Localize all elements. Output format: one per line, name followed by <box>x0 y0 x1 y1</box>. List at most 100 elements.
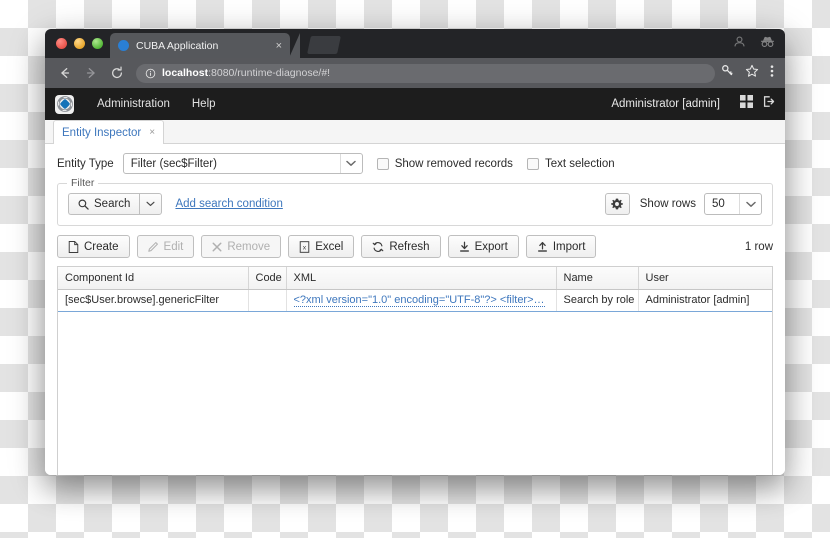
entity-type-select[interactable]: Filter (sec$Filter) <box>122 153 363 174</box>
cell-name: Search by role <box>556 288 639 312</box>
export-button[interactable]: Export <box>447 235 519 258</box>
entity-table-grid: Component Id Code XML Name User U [sec$U… <box>58 267 772 312</box>
url-host: localhost <box>162 67 209 79</box>
minimize-window-button[interactable] <box>74 38 85 49</box>
chevron-down-icon[interactable] <box>339 154 362 173</box>
entity-type-label: Entity Type <box>57 157 114 170</box>
import-button[interactable]: Import <box>525 235 597 258</box>
chrome-menu-icon[interactable] <box>770 64 774 83</box>
show-rows-label: Show rows <box>639 198 696 210</box>
entity-type-value: Filter (sec$Filter) <box>130 157 217 170</box>
magnifier-icon <box>78 199 89 210</box>
table-row[interactable]: [sec$User.browse].genericFilter <?xml ve… <box>58 288 772 312</box>
button-label: Edit <box>163 240 184 253</box>
show-rows-select[interactable]: 50 <box>704 193 762 215</box>
filter-panel: Filter Search Add search condition Show … <box>57 177 773 226</box>
svg-text:x: x <box>303 244 307 251</box>
menu-administration[interactable]: Administration <box>86 98 181 110</box>
table-head: Component Id Code XML Name User U <box>58 267 772 290</box>
screen-tab-bar: Entity Inspector × <box>45 120 785 144</box>
close-window-button[interactable] <box>56 38 67 49</box>
excel-icon: x <box>299 240 310 253</box>
tab-entity-inspector[interactable]: Entity Inspector × <box>53 120 165 144</box>
refresh-button[interactable]: Refresh <box>361 235 441 258</box>
grid-apps-icon[interactable] <box>740 95 753 113</box>
checkbox-label: Show removed records <box>394 157 513 170</box>
browser-window: CUBA Application × localhost:8080/runtim… <box>45 29 785 475</box>
refresh-icon <box>372 241 384 253</box>
remove-button[interactable]: Remove <box>201 235 282 258</box>
browser-toolbar: localhost:8080/runtime-diagnose/#! <box>45 58 785 88</box>
cell-user: Administrator [admin] <box>638 288 772 312</box>
column-header-code[interactable]: Code <box>248 267 287 290</box>
close-icon[interactable]: × <box>149 127 155 138</box>
download-icon <box>459 241 470 253</box>
forward-arrow-icon[interactable] <box>80 63 101 84</box>
browser-tab[interactable]: CUBA Application × <box>110 33 300 58</box>
search-button-label: Search <box>94 198 131 210</box>
logout-icon[interactable] <box>762 95 775 113</box>
button-label: Remove <box>227 240 271 253</box>
button-label: Create <box>84 240 119 253</box>
gear-icon <box>611 198 624 210</box>
incognito-icon[interactable] <box>760 35 775 53</box>
show-rows-value: 50 <box>712 198 725 210</box>
entity-type-row: Entity Type Filter (sec$Filter) Show rem… <box>57 153 773 174</box>
cuba-logo[interactable] <box>55 94 74 114</box>
column-header-name[interactable]: Name <box>556 267 639 290</box>
menu-help[interactable]: Help <box>181 98 227 110</box>
filter-legend: Filter <box>67 177 99 189</box>
edit-button[interactable]: Edit <box>136 235 195 258</box>
bookmark-star-icon[interactable] <box>745 64 759 83</box>
cross-icon <box>212 242 222 252</box>
cuba-favicon <box>118 40 129 51</box>
row-count-label: 1 row <box>744 240 773 253</box>
add-search-condition-link[interactable]: Add search condition <box>175 198 282 210</box>
cell-component-id: [sec$User.browse].genericFilter <box>58 288 249 312</box>
excel-button[interactable]: x Excel <box>288 235 355 258</box>
current-user-label: Administrator [admin] <box>611 98 720 110</box>
column-header-xml[interactable]: XML <box>286 267 557 290</box>
table-header-row: Component Id Code XML Name User U <box>58 267 772 290</box>
reload-icon[interactable] <box>106 63 127 84</box>
new-tab-button[interactable] <box>307 36 341 54</box>
chevron-down-icon <box>146 201 155 207</box>
column-header-user[interactable]: User <box>638 267 772 290</box>
cell-xml[interactable]: <?xml version="1.0" encoding="UTF-8"?> <… <box>286 288 557 312</box>
show-removed-records-checkbox[interactable]: Show removed records <box>376 157 513 170</box>
maximize-window-button[interactable] <box>92 38 103 49</box>
text-selection-checkbox[interactable]: Text selection <box>526 157 615 170</box>
address-bar[interactable]: localhost:8080/runtime-diagnose/#! <box>136 63 715 83</box>
action-toolbar: Create Edit Remove x Excel Refresh Expor… <box>57 235 773 258</box>
cuba-application: Administration Help Administrator [admin… <box>45 88 785 475</box>
tab-strip-right-icons <box>733 35 775 53</box>
checkbox-label: Text selection <box>544 157 615 170</box>
checkbox-box <box>526 157 539 170</box>
checkbox-box <box>376 157 389 170</box>
browser-toolbar-right <box>721 64 776 83</box>
site-info-icon[interactable] <box>145 68 156 79</box>
xml-link[interactable]: <?xml version="1.0" encoding="UTF-8"?> <… <box>293 294 545 307</box>
cell-code <box>248 288 287 312</box>
screen-content: Entity Type Filter (sec$Filter) Show rem… <box>45 144 785 475</box>
screen-tab-label: Entity Inspector <box>62 126 142 139</box>
search-dropdown-button[interactable] <box>139 193 163 215</box>
chevron-down-icon[interactable] <box>739 194 761 214</box>
filter-row: Search Add search condition Show rows 50 <box>68 193 762 215</box>
entity-table: Component Id Code XML Name User U [sec$U… <box>57 266 773 475</box>
create-button[interactable]: Create <box>57 235 130 258</box>
document-plus-icon <box>68 240 79 253</box>
search-button[interactable]: Search <box>68 193 140 215</box>
button-label: Export <box>474 240 508 253</box>
app-header: Administration Help Administrator [admin… <box>45 88 785 120</box>
password-key-icon[interactable] <box>721 64 734 82</box>
button-label: Excel <box>315 240 344 253</box>
back-arrow-icon[interactable] <box>54 63 75 84</box>
column-header-component-id[interactable]: Component Id <box>58 267 249 290</box>
pencil-icon <box>147 241 159 252</box>
profile-icon[interactable] <box>733 35 746 53</box>
browser-tab-strip: CUBA Application × <box>45 29 785 58</box>
button-label: Import <box>552 240 586 253</box>
close-icon[interactable]: × <box>276 40 282 52</box>
filter-settings-button[interactable] <box>604 193 630 215</box>
